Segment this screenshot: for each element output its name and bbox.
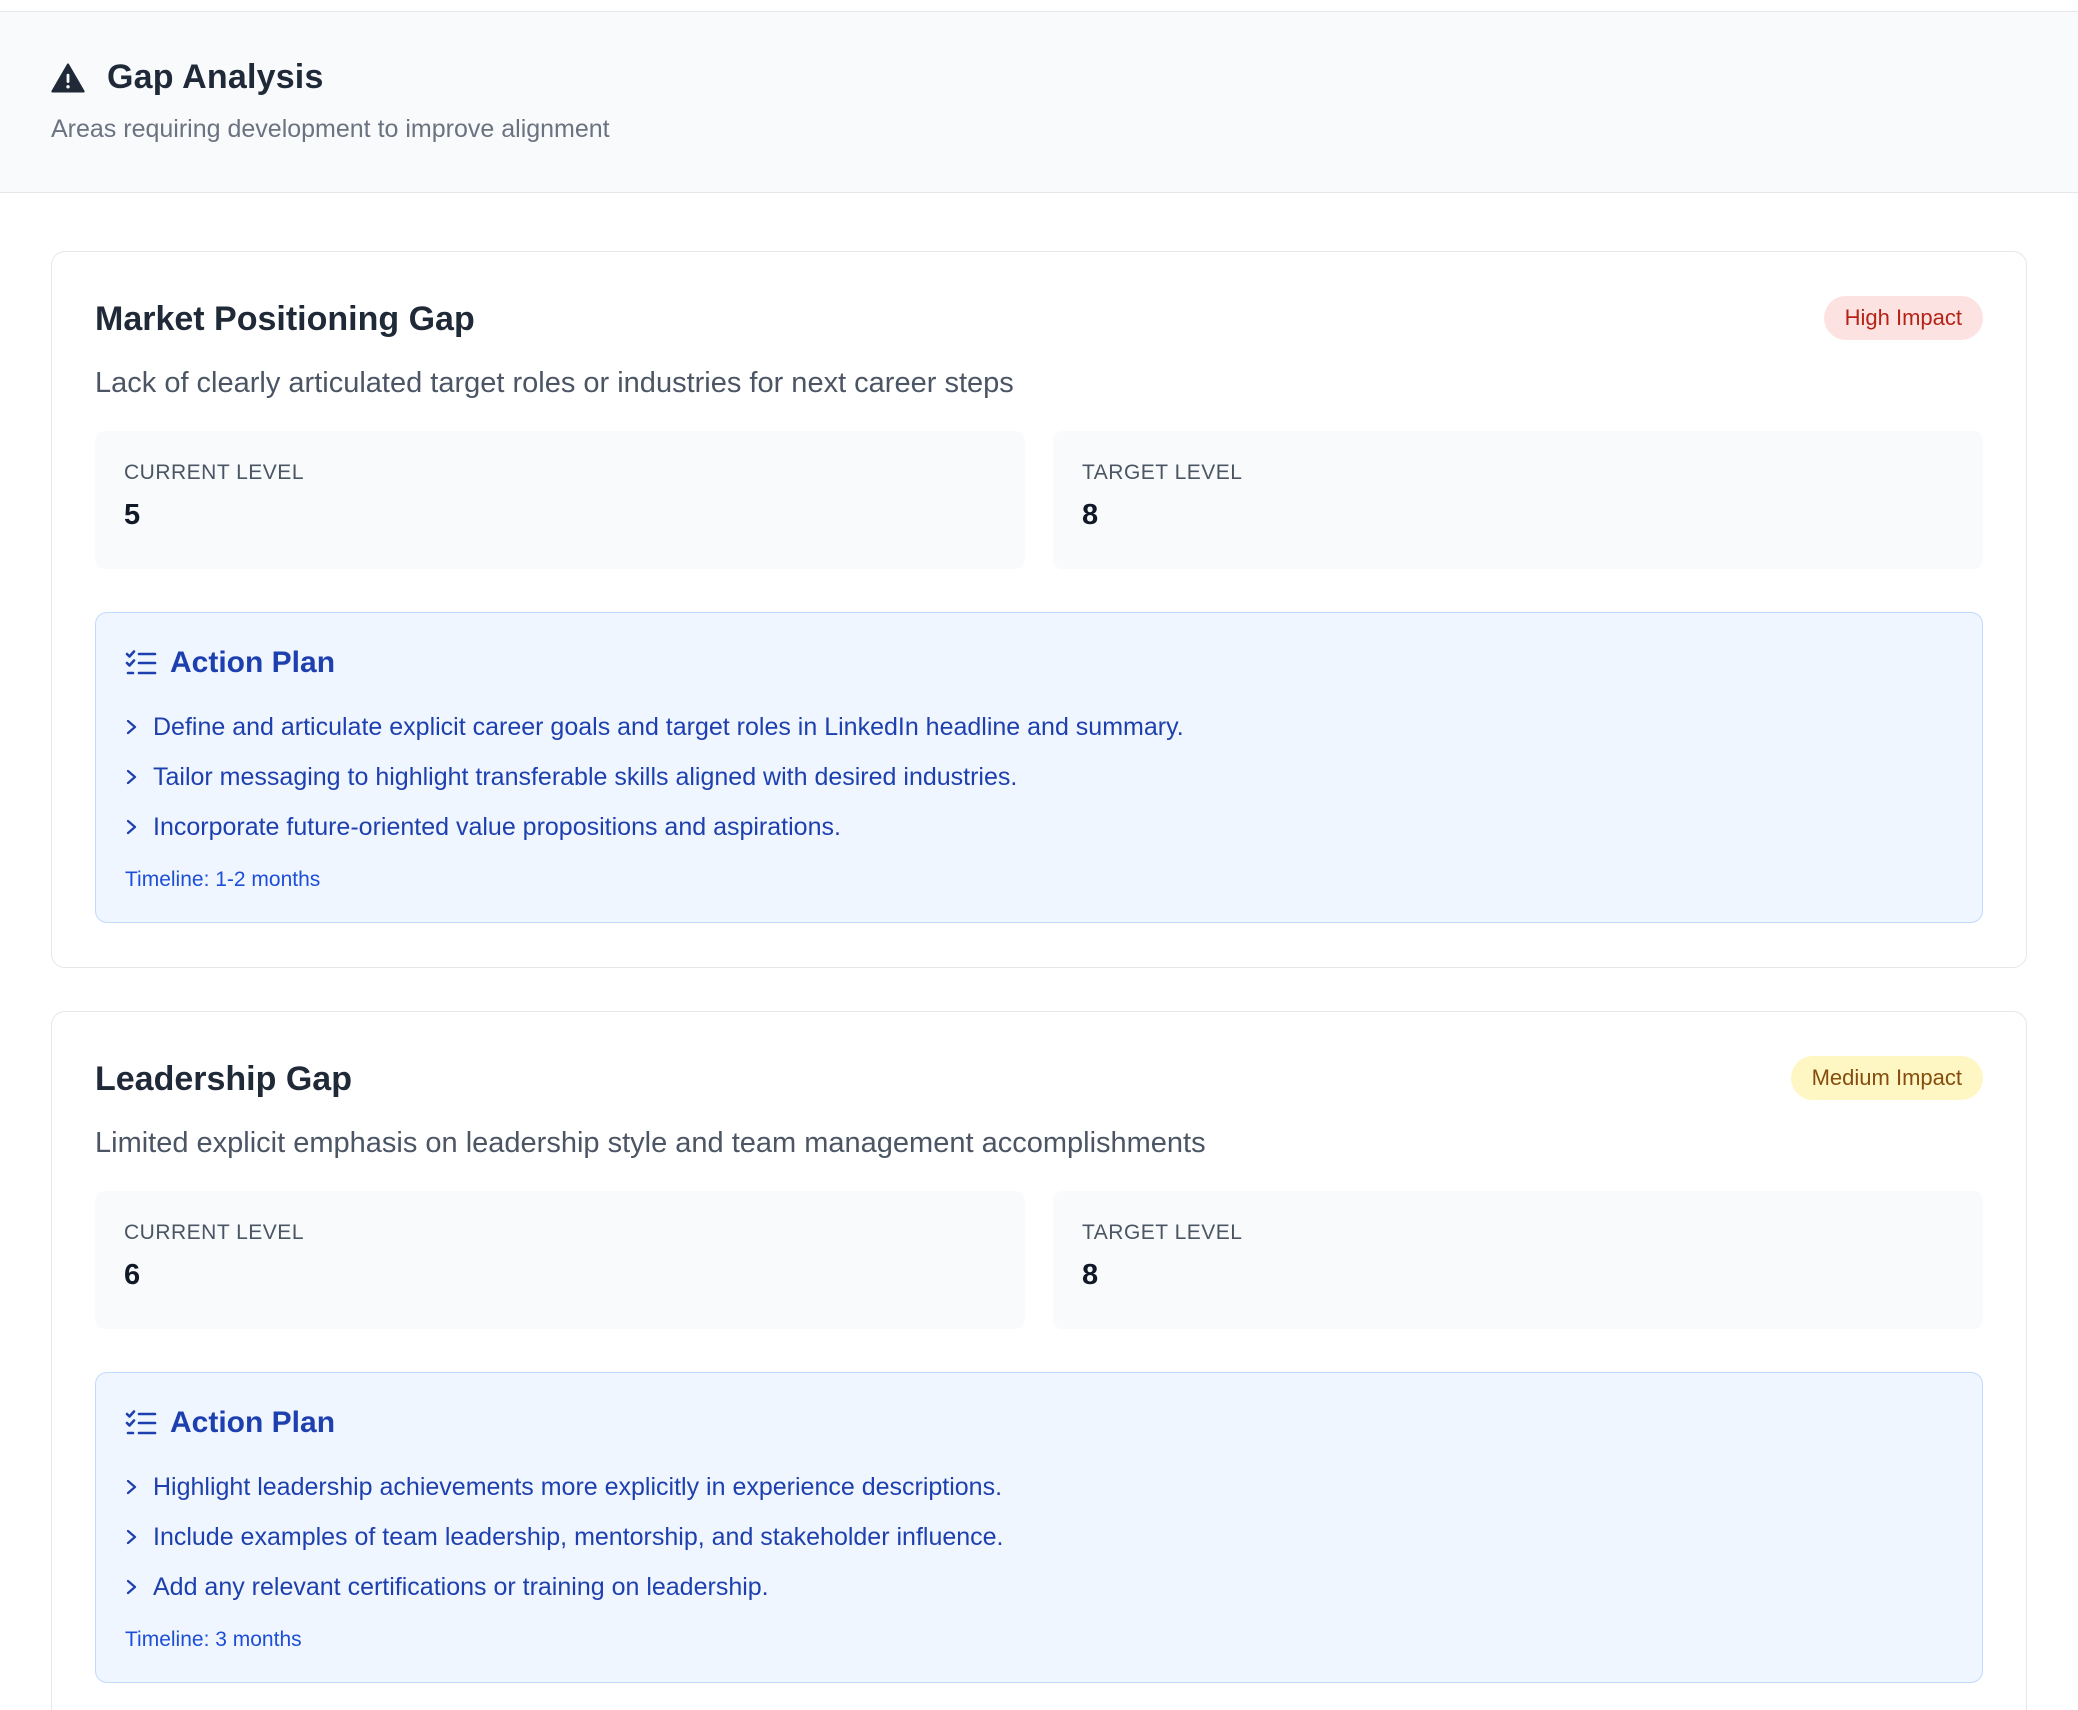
gap-description: Limited explicit emphasis on leadership … — [95, 1127, 1206, 1159]
action-text: Incorporate future-oriented value propos… — [153, 812, 841, 841]
action-list: Highlight leadership achievements more e… — [125, 1462, 1953, 1612]
timeline-text: Timeline: 1-2 months — [125, 868, 321, 891]
chevron-right-icon — [125, 816, 139, 838]
chevron-right-icon — [125, 1526, 139, 1548]
checklist-icon — [125, 649, 157, 677]
level-comparison: CURRENT LEVEL 5 TARGET LEVEL 8 — [95, 431, 1983, 569]
impact-badge: Medium Impact — [1790, 1056, 1983, 1100]
target-level-label: TARGET LEVEL — [1082, 461, 1243, 484]
chevron-right-icon — [125, 1576, 139, 1598]
action-item: Define and articulate explicit career go… — [125, 702, 1953, 752]
gap-card: Market Positioning Gap High Impact Lack … — [51, 251, 2027, 968]
action-list: Define and articulate explicit career go… — [125, 702, 1953, 852]
top-divider — [0, 0, 2078, 12]
page-title: Gap Analysis — [107, 58, 324, 96]
action-item: Tailor messaging to highlight transferab… — [125, 752, 1953, 802]
page-subtitle: Areas requiring development to improve a… — [51, 115, 610, 143]
gap-description: Lack of clearly articulated target roles… — [95, 367, 1014, 399]
action-item: Highlight leadership achievements more e… — [125, 1462, 1953, 1512]
gap-title: Leadership Gap — [95, 1060, 352, 1098]
section-header: Gap Analysis Areas requiring development… — [0, 12, 2078, 193]
action-plan-header: Action Plan — [125, 646, 1953, 680]
action-text: Add any relevant certifications or train… — [153, 1572, 769, 1601]
action-text: Highlight leadership achievements more e… — [153, 1472, 1003, 1501]
action-plan: Action Plan Highlight leadership achieve… — [95, 1372, 1983, 1683]
action-item: Incorporate future-oriented value propos… — [125, 802, 1953, 852]
target-level-value: 8 — [1082, 1259, 1099, 1291]
current-level-value: 6 — [124, 1259, 141, 1291]
current-level-box: CURRENT LEVEL 5 — [95, 431, 1025, 569]
gap-title: Market Positioning Gap — [95, 300, 475, 338]
action-item: Add any relevant certifications or train… — [125, 1562, 1953, 1612]
gap-card-header: Market Positioning Gap High Impact — [95, 296, 1983, 340]
timeline-text: Timeline: 3 months — [125, 1628, 302, 1651]
action-text: Tailor messaging to highlight transferab… — [153, 762, 1018, 791]
gap-card: Leadership Gap Medium Impact Limited exp… — [51, 1011, 2027, 1710]
target-level-label: TARGET LEVEL — [1082, 1221, 1243, 1244]
level-comparison: CURRENT LEVEL 6 TARGET LEVEL 8 — [95, 1191, 1983, 1329]
action-text: Define and articulate explicit career go… — [153, 712, 1184, 741]
current-level-value: 5 — [124, 499, 141, 531]
action-plan-title: Action Plan — [170, 646, 336, 679]
action-plan: Action Plan Define and articulate explic… — [95, 612, 1983, 923]
warning-triangle-icon — [51, 61, 85, 95]
current-level-box: CURRENT LEVEL 6 — [95, 1191, 1025, 1329]
chevron-right-icon — [125, 766, 139, 788]
gap-card-header: Leadership Gap Medium Impact — [95, 1056, 1983, 1100]
action-text: Include examples of team leadership, men… — [153, 1522, 1004, 1551]
current-level-label: CURRENT LEVEL — [124, 1221, 304, 1244]
impact-badge: High Impact — [1823, 296, 1983, 340]
header-title-row: Gap Analysis — [51, 58, 2027, 97]
gap-list: Market Positioning Gap High Impact Lack … — [0, 193, 2078, 1710]
action-item: Include examples of team leadership, men… — [125, 1512, 1953, 1562]
target-level-box: TARGET LEVEL 8 — [1053, 431, 1983, 569]
action-plan-header: Action Plan — [125, 1406, 1953, 1440]
action-plan-title: Action Plan — [170, 1406, 336, 1439]
chevron-right-icon — [125, 716, 139, 738]
checklist-icon — [125, 1409, 157, 1437]
current-level-label: CURRENT LEVEL — [124, 461, 304, 484]
chevron-right-icon — [125, 1476, 139, 1498]
target-level-value: 8 — [1082, 499, 1099, 531]
target-level-box: TARGET LEVEL 8 — [1053, 1191, 1983, 1329]
